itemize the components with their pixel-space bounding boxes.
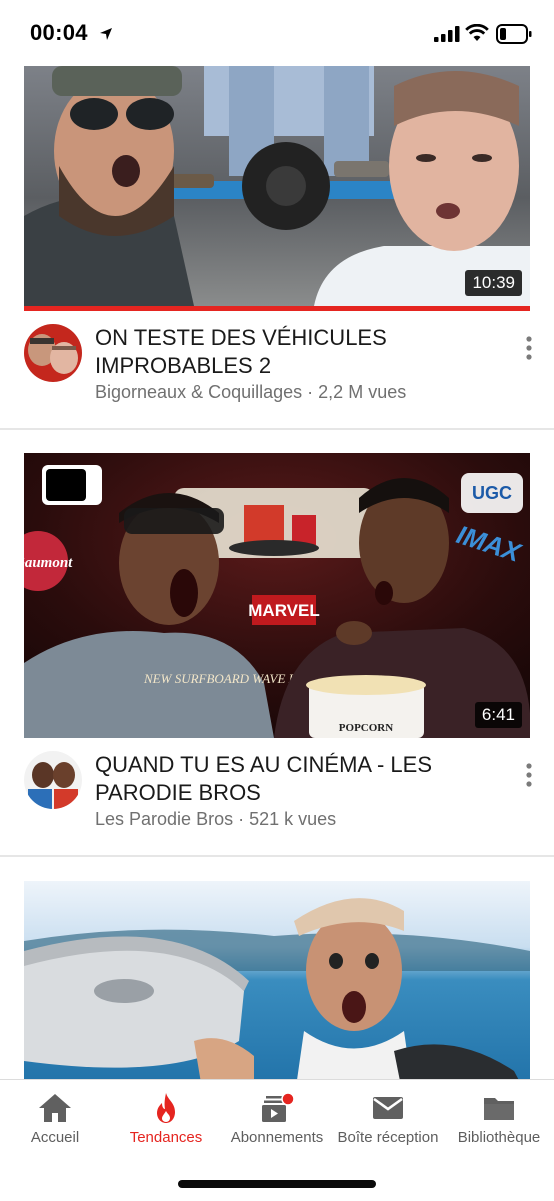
location-arrow-icon (100, 28, 112, 40)
trending-flame-icon (157, 1093, 175, 1123)
tab-bibliotheque[interactable]: Bibliothèque (444, 1092, 554, 1162)
avatar-image (24, 751, 82, 809)
gaumont-logo: Gaumont (24, 555, 73, 571)
video-title-line-1: QUAND TU ES AU CINÉMA - LES (95, 752, 433, 777)
channel-avatar[interactable] (24, 324, 82, 382)
tab-accueil[interactable]: Accueil (0, 1092, 110, 1162)
video-thumbnail[interactable] (24, 881, 530, 1079)
video-meta: Les Parodie Bros · 521 k vues (95, 809, 336, 830)
feed-divider (0, 428, 554, 430)
thumbnail-image: Gaumont MARVEL UGC IMAX NEW SURFBOARD WA… (24, 453, 530, 738)
video-thumbnail[interactable]: Gaumont MARVEL UGC IMAX NEW SURFBOARD WA… (24, 453, 530, 738)
tab-abonnements[interactable]: Abonnements (222, 1092, 332, 1162)
video-title-line-2: IMPROBABLES 2 (95, 353, 272, 378)
tab-boite-reception[interactable]: Boîte réception (333, 1092, 443, 1162)
popcorn-label: POPCORN (339, 722, 393, 734)
wifi-icon (465, 24, 489, 41)
channel-name: Les Parodie Bros (95, 809, 234, 829)
avatar-image (24, 324, 82, 382)
video-duration: 6:41 (474, 702, 522, 728)
thumbnail-image (24, 66, 530, 306)
tab-label: Accueil (30, 1129, 80, 1146)
video-thumbnail[interactable]: 10:39 (24, 66, 530, 306)
home-icon (39, 1094, 71, 1122)
status-time: 00:04 (30, 20, 88, 45)
more-options-icon[interactable] (519, 761, 539, 791)
feed-divider (0, 855, 554, 857)
meta-separator: · (238, 809, 245, 829)
watch-progress-bar (24, 306, 530, 311)
battery-low-icon (496, 24, 532, 44)
thumbnail-image (24, 881, 530, 1079)
more-options-icon[interactable] (519, 334, 539, 364)
marvel-logo: MARVEL (248, 601, 319, 620)
meta-separator: · (307, 382, 314, 402)
library-folder-icon (484, 1098, 514, 1120)
cellular-signal-icon (434, 26, 460, 42)
home-indicator[interactable] (178, 1180, 376, 1188)
tab-label: Boîte réception (337, 1129, 439, 1146)
video-title[interactable]: ON TESTE DES VÉHICULES IMPROBABLES 2 (95, 324, 495, 380)
tab-label: Bibliothèque (457, 1129, 541, 1146)
view-count: 521 k vues (249, 809, 337, 829)
video-meta: Bigorneaux & Coquillages · 2,2 M vues (95, 382, 406, 403)
tab-label: Abonnements (230, 1129, 324, 1146)
video-title[interactable]: QUAND TU ES AU CINÉMA - LES PARODIE BROS (95, 751, 495, 807)
inbox-mail-icon (373, 1097, 403, 1119)
channel-name: Bigorneaux & Coquillages (95, 382, 303, 402)
view-count: 2,2 M vues (318, 382, 407, 402)
status-bar: 00:04 (0, 0, 554, 66)
tab-tendances[interactable]: Tendances (111, 1092, 221, 1162)
subscriptions-icon (262, 1092, 295, 1122)
video-title-line-1: ON TESTE DES VÉHICULES (95, 325, 387, 350)
notification-dot (281, 1092, 295, 1106)
ugc-logo: UGC (472, 483, 512, 503)
video-feed[interactable]: 10:39 ON TESTE DES VÉHICULES IMPROBABLES… (0, 66, 554, 1079)
channel-avatar[interactable] (24, 751, 82, 809)
tab-label: Tendances (129, 1129, 203, 1146)
video-duration: 10:39 (465, 270, 522, 296)
video-title-line-2: PARODIE BROS (95, 780, 261, 805)
